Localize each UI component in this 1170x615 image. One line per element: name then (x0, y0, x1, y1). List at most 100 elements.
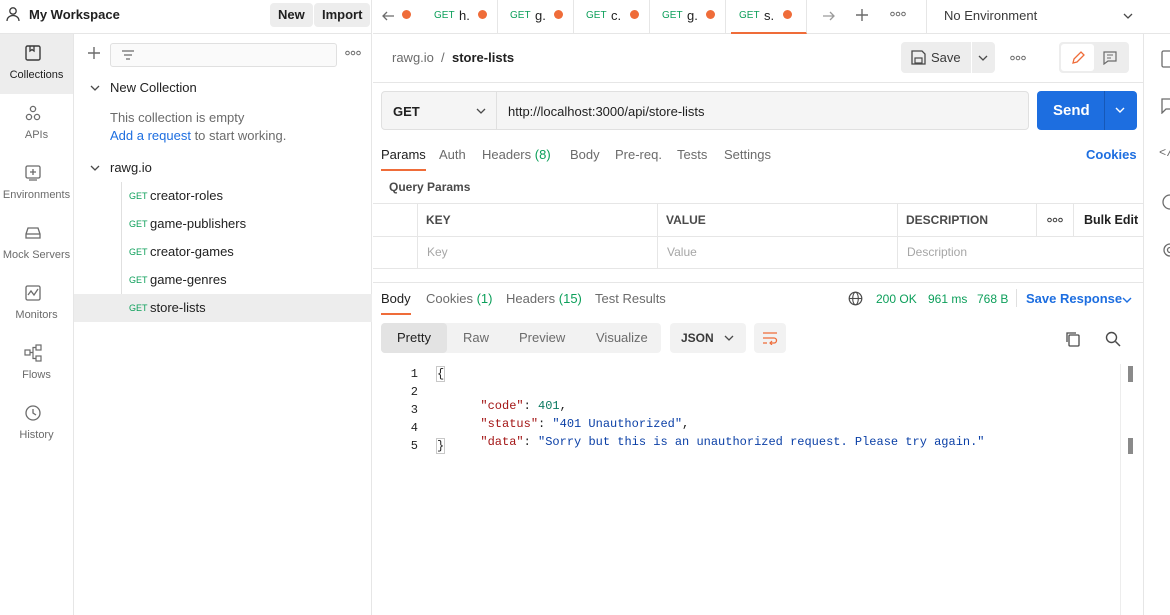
more-icon[interactable] (345, 50, 361, 56)
comment-mode-icon[interactable] (1103, 51, 1117, 65)
collection-new-collection[interactable]: New Collection (74, 74, 372, 102)
unsaved-dot (783, 10, 792, 19)
unsaved-dot (706, 10, 715, 19)
description-input[interactable]: Description (907, 245, 967, 259)
request-title[interactable]: store-lists (452, 50, 514, 65)
rail-item-environments[interactable]: Environments (0, 154, 73, 214)
chevron-down-icon[interactable] (1122, 296, 1132, 304)
tab-auth[interactable]: Auth (439, 147, 466, 162)
new-tab-icon[interactable] (855, 8, 869, 22)
save-button[interactable]: Save (901, 42, 995, 73)
response-size[interactable]: 768 B (977, 292, 1008, 306)
tab-method: GET (739, 10, 760, 21)
table-more-icon[interactable] (1047, 217, 1063, 223)
send-label: Send (1053, 102, 1090, 119)
tab-request[interactable]: GET h. (422, 0, 498, 34)
format-select[interactable]: JSON (670, 323, 746, 353)
search-input[interactable] (110, 43, 337, 67)
response-time[interactable]: 961 ms (928, 292, 967, 306)
tab-request[interactable]: GET c. (574, 0, 650, 34)
url-input[interactable]: http://localhost:3000/api/store-lists (496, 91, 1029, 130)
response-tab-body[interactable]: Body (381, 291, 411, 315)
view-preview-button[interactable]: Preview (519, 330, 565, 345)
tab-request[interactable]: GET g. (650, 0, 726, 34)
response-status[interactable]: 200 OK (876, 292, 917, 306)
response-tab-cookies[interactable]: Cookies (1) (426, 291, 492, 306)
response-headers-count: (15) (558, 291, 582, 306)
import-button[interactable]: Import (314, 3, 371, 27)
method-label: GET (393, 104, 420, 119)
pane-divider (373, 282, 1143, 283)
workspace-name[interactable]: My Workspace (29, 7, 120, 22)
view-visualize-button[interactable]: Visualize (596, 330, 648, 345)
breadcrumb-parent[interactable]: rawg.io (392, 50, 434, 65)
add-request-anchor[interactable]: Add a request (110, 128, 191, 143)
method-select[interactable]: GET (381, 91, 497, 130)
edit-mode-button[interactable] (1061, 44, 1094, 71)
related-icon[interactable] (1161, 242, 1170, 258)
tab-body[interactable]: Body (570, 147, 600, 162)
rail-item-mock-servers[interactable]: Mock Servers (0, 214, 73, 274)
code-icon[interactable]: </ (1159, 146, 1170, 160)
add-icon[interactable] (87, 46, 101, 60)
send-divider (1104, 91, 1105, 130)
documentation-icon[interactable] (1161, 50, 1170, 68)
tab-params[interactable]: Params (381, 147, 426, 171)
cookies-link[interactable]: Cookies (1086, 147, 1137, 162)
new-button[interactable]: New (270, 3, 313, 27)
method-tag: GET (129, 247, 148, 257)
info-icon[interactable] (1161, 194, 1170, 210)
rail-item-monitors[interactable]: Monitors (0, 274, 73, 334)
view-pretty-button[interactable]: Pretty (381, 323, 447, 353)
scrollbar-track[interactable] (1120, 364, 1134, 615)
chevron-down-icon[interactable] (1115, 106, 1125, 114)
wrap-icon (762, 331, 778, 345)
environment-select[interactable]: No Environment (926, 0, 1143, 33)
tab-settings[interactable]: Settings (724, 147, 771, 162)
save-icon (911, 50, 926, 65)
tabs-more-icon[interactable] (890, 11, 906, 17)
request-item[interactable]: GET creator-games (74, 238, 372, 266)
code-line: { (435, 366, 446, 382)
request-name: store-lists (150, 300, 206, 315)
back-arrow-icon[interactable] (381, 9, 395, 23)
tab-request[interactable]: GET g. (498, 0, 574, 34)
tab-pre-request[interactable]: Pre-req. (615, 147, 662, 162)
view-raw-button[interactable]: Raw (463, 330, 489, 345)
request-item[interactable]: GET game-genres (74, 266, 372, 294)
rail-label: Collections (9, 69, 64, 81)
forward-arrow-icon[interactable] (822, 9, 836, 23)
rail-label: Environments (2, 189, 71, 201)
rail-item-flows[interactable]: Flows (0, 334, 73, 394)
rail-item-apis[interactable]: APIs (0, 94, 73, 154)
request-more-icon[interactable] (1010, 55, 1026, 61)
history-icon (24, 404, 42, 422)
empty-collection-text: This collection is empty (110, 110, 245, 125)
request-item-selected[interactable]: GET store-lists (74, 294, 372, 322)
key-input[interactable]: Key (427, 245, 448, 259)
send-button[interactable]: Send (1037, 91, 1137, 130)
collections-sidebar: New Collection This collection is empty … (74, 34, 372, 615)
collection-rawg-io[interactable]: rawg.io (74, 154, 372, 182)
bulk-edit-button[interactable]: Bulk Edit (1084, 213, 1138, 227)
copy-icon[interactable] (1065, 331, 1081, 347)
response-tab-test-results[interactable]: Test Results (595, 291, 666, 306)
view-toggle (1059, 42, 1129, 73)
comments-icon[interactable] (1161, 98, 1170, 114)
search-icon[interactable] (1105, 331, 1121, 347)
request-item[interactable]: GET game-publishers (74, 210, 372, 238)
chevron-down-icon[interactable] (978, 54, 988, 62)
value-input[interactable]: Value (667, 245, 697, 259)
request-item[interactable]: GET creator-roles (74, 182, 372, 210)
tab-tests[interactable]: Tests (677, 147, 707, 162)
tab-request-active[interactable]: GET s. (731, 0, 807, 34)
response-tab-headers[interactable]: Headers (15) (506, 291, 582, 306)
col-divider (897, 204, 898, 269)
rail-item-collections[interactable]: Collections (0, 34, 73, 94)
scrollbar-thumb[interactable] (1128, 366, 1133, 382)
tab-headers[interactable]: Headers (8) (482, 147, 551, 162)
pencil-icon (1071, 51, 1085, 65)
wrap-lines-button[interactable] (754, 323, 786, 353)
save-response-button[interactable]: Save Response (1026, 291, 1122, 306)
rail-item-history[interactable]: History (0, 394, 73, 454)
